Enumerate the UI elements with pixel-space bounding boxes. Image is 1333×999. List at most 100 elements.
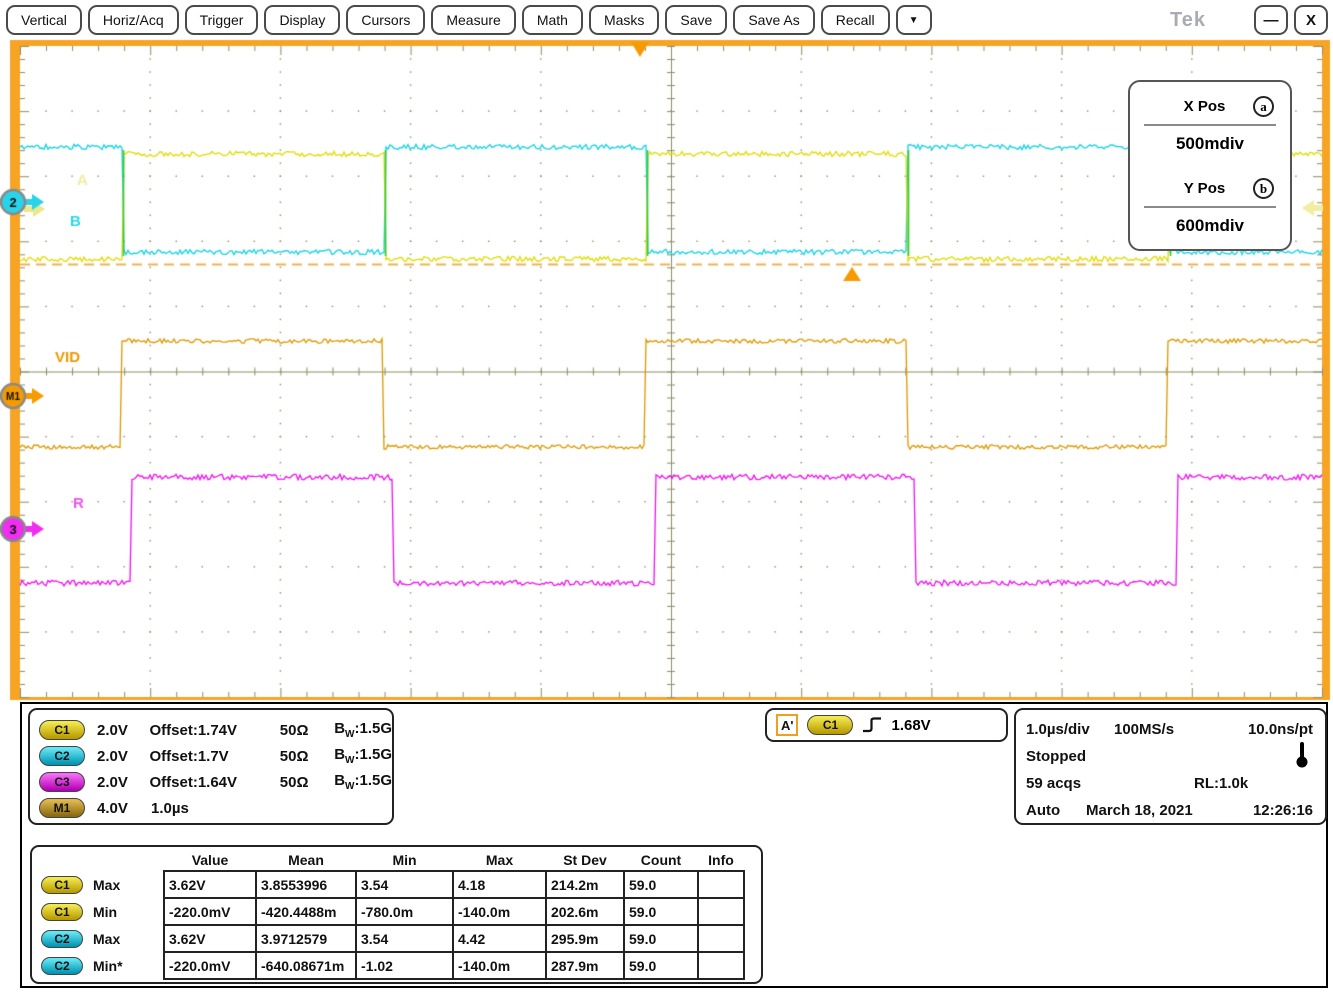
- menu-button-save[interactable]: Save: [665, 5, 727, 35]
- trigger-mode: Auto: [1026, 802, 1060, 819]
- tek-logo: Tek: [1170, 9, 1206, 32]
- measurement-panel: ValueMeanMinMaxSt DevCountInfoC1Max3.62V…: [30, 845, 763, 984]
- menu-button-math[interactable]: Math: [522, 5, 583, 35]
- measurement-channel-pill[interactable]: C1: [41, 876, 83, 894]
- measurement-header: Mean: [256, 850, 356, 871]
- measurement-channel-pill[interactable]: C1: [41, 903, 83, 921]
- measurement-cell: -220.0mV: [164, 898, 256, 925]
- channel-offset: Offset:1.7V: [150, 748, 280, 765]
- channel-bandwidth: BW:1.5G: [334, 772, 392, 792]
- measurement-cell: -780.0m: [356, 898, 453, 925]
- channel-pill-m1[interactable]: M1: [39, 798, 85, 818]
- x-pos-group: X Pos a 500mdiv: [1140, 96, 1280, 154]
- sample-rate: 100MS/s: [1114, 721, 1174, 738]
- readout-panel: C12.0VOffset:1.74V50ΩBW:1.5GC22.0VOffset…: [20, 702, 1328, 988]
- channel-scale: 2.0V: [85, 722, 150, 739]
- menu-button-display[interactable]: Display: [264, 5, 340, 35]
- measurement-channel-pill[interactable]: C2: [41, 930, 83, 948]
- divider: [1144, 206, 1276, 208]
- measurement-name: Max: [93, 877, 120, 893]
- measurement-cell: 4.18: [453, 871, 546, 898]
- measurement-row: C1Max3.62V3.85539963.544.18214.2m59.0: [36, 871, 744, 898]
- measurement-header: Info: [698, 850, 744, 871]
- y-pos-value[interactable]: 600mdiv: [1140, 216, 1280, 236]
- measurement-cell: -640.08671m: [256, 952, 356, 979]
- measurement-cell: -140.0m: [453, 898, 546, 925]
- channel-bandwidth: BW:1.5G: [334, 746, 392, 766]
- measurement-cell: 3.54: [356, 925, 453, 952]
- menu-button-cursors[interactable]: Cursors: [346, 5, 425, 35]
- position-readout-panel: X Pos a 500mdiv Y Pos b 600mdiv: [1128, 80, 1292, 251]
- measurement-name: Max: [93, 931, 120, 947]
- thermometer-icon: [1295, 741, 1309, 769]
- channel-scale: 4.0V: [85, 800, 151, 817]
- divider: [1144, 124, 1276, 126]
- record-length: RL:1.0k: [1194, 775, 1248, 792]
- channel-row-c2: C22.0VOffset:1.7V50ΩBW:1.5G: [39, 743, 392, 769]
- measurement-cell: 59.0: [624, 871, 698, 898]
- measurement-cell: -220.0mV: [164, 952, 256, 979]
- measurement-cell: [698, 925, 744, 952]
- measurement-cell: 59.0: [624, 952, 698, 979]
- trigger-channel-pill[interactable]: C1: [807, 715, 853, 735]
- channel-offset: Offset:1.64V: [150, 774, 280, 791]
- measurement-cell: 4.42: [453, 925, 546, 952]
- measurement-header: Min: [356, 850, 453, 871]
- channel-readouts: C12.0VOffset:1.74V50ΩBW:1.5GC22.0VOffset…: [28, 708, 394, 825]
- measurement-cell: 59.0: [624, 898, 698, 925]
- knob-b-badge[interactable]: b: [1253, 178, 1274, 199]
- channel-offset: Offset:1.74V: [150, 722, 280, 739]
- menu-bar: VerticalHoriz/AcqTriggerDisplayCursorsMe…: [6, 5, 1328, 35]
- channel-row-c3: C32.0VOffset:1.64V50ΩBW:1.5G: [39, 769, 392, 795]
- acq-status: Stopped: [1026, 748, 1086, 765]
- y-pos-label: Y Pos: [1146, 180, 1237, 197]
- trigger-source-badge: A': [776, 714, 798, 736]
- measurement-cell: 59.0: [624, 925, 698, 952]
- timebase: 1.0µs/div: [1026, 721, 1090, 738]
- measurement-channel-pill[interactable]: C2: [41, 957, 83, 975]
- channel-impedance: 50Ω: [280, 748, 334, 765]
- menu-buttons: VerticalHoriz/AcqTriggerDisplayCursorsMe…: [6, 5, 932, 35]
- measurement-cell: 3.8553996: [256, 871, 356, 898]
- menu-more-button[interactable]: ▼: [896, 5, 932, 35]
- menu-button-masks[interactable]: Masks: [589, 5, 659, 35]
- measurement-cell: 214.2m: [546, 871, 624, 898]
- measurement-cell: 3.9712579: [256, 925, 356, 952]
- measurement-cell: [698, 952, 744, 979]
- minimize-button[interactable]: —: [1254, 5, 1288, 35]
- measurement-name: Min*: [93, 958, 123, 974]
- menu-button-trigger[interactable]: Trigger: [185, 5, 259, 35]
- channel-offset: 1.0µs: [151, 800, 285, 817]
- menu-button-recall[interactable]: Recall: [821, 5, 890, 35]
- measurement-cell: [698, 898, 744, 925]
- close-button[interactable]: X: [1294, 5, 1328, 35]
- channel-row-c1: C12.0VOffset:1.74V50ΩBW:1.5G: [39, 717, 392, 743]
- menu-button-horiz-acq[interactable]: Horiz/Acq: [88, 5, 179, 35]
- menu-button-measure[interactable]: Measure: [431, 5, 515, 35]
- measurement-table: ValueMeanMinMaxSt DevCountInfoC1Max3.62V…: [36, 850, 745, 980]
- channel-pill-c1[interactable]: C1: [39, 720, 85, 740]
- channel-scale: 2.0V: [85, 748, 150, 765]
- measurement-cell: -420.4488m: [256, 898, 356, 925]
- acq-count: 59 acqs: [1026, 775, 1081, 792]
- measurement-cell: 202.6m: [546, 898, 624, 925]
- channel-pill-c2[interactable]: C2: [39, 746, 85, 766]
- channel-pill-c3[interactable]: C3: [39, 772, 85, 792]
- channel-row-m1: M14.0V1.0µs: [39, 795, 392, 821]
- knob-a-badge[interactable]: a: [1253, 96, 1274, 117]
- measurement-cell: 3.62V: [164, 925, 256, 952]
- date: March 18, 2021: [1086, 802, 1193, 819]
- measurement-header: Max: [453, 850, 546, 871]
- x-pos-value[interactable]: 500mdiv: [1140, 134, 1280, 154]
- resolution: 10.0ns/pt: [1248, 721, 1313, 738]
- measurement-row: C1Min-220.0mV-420.4488m-780.0m-140.0m202…: [36, 898, 744, 925]
- channel-impedance: 50Ω: [280, 774, 334, 791]
- measurement-header: Count: [624, 850, 698, 871]
- menu-button-vertical[interactable]: Vertical: [6, 5, 82, 35]
- channel-bandwidth: BW:1.5G: [334, 720, 392, 740]
- menu-button-save-as[interactable]: Save As: [733, 5, 814, 35]
- channel-scale: 2.0V: [85, 774, 150, 791]
- trigger-readout[interactable]: A' C1 1.68V: [765, 708, 1008, 742]
- trigger-level: 1.68V: [891, 717, 930, 734]
- measurement-cell: -1.02: [356, 952, 453, 979]
